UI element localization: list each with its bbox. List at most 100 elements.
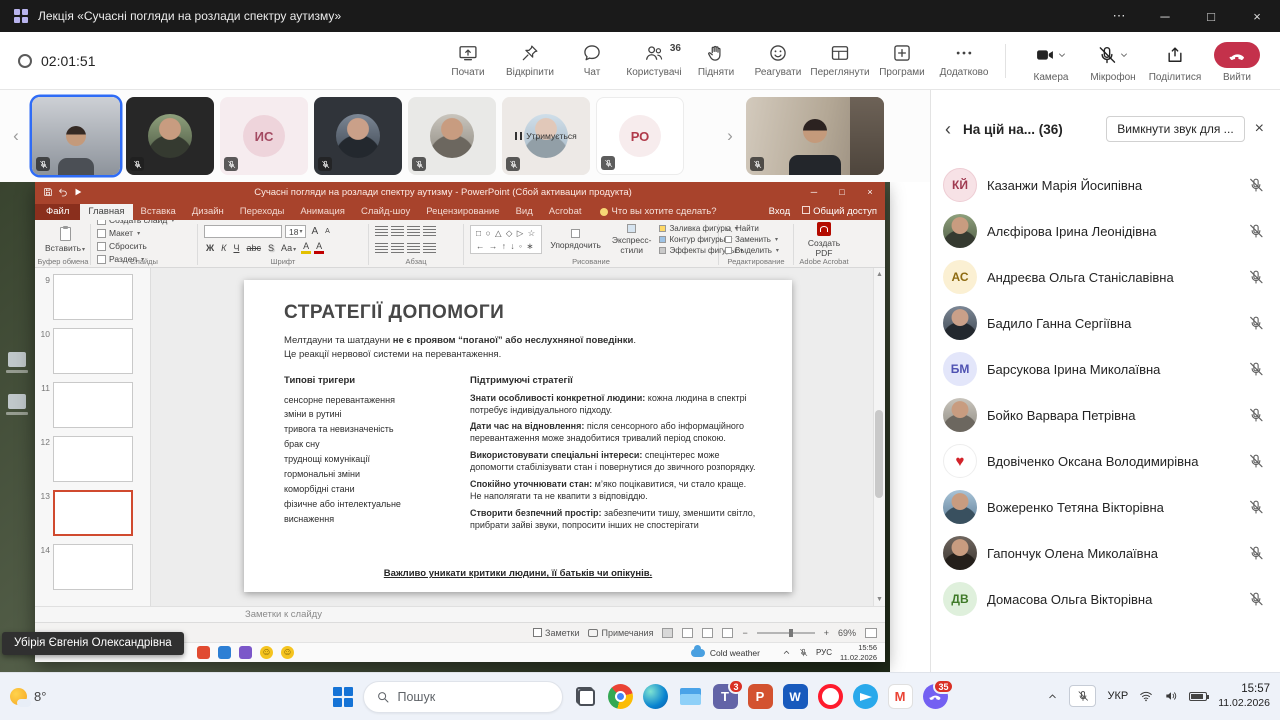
meeting-title: Лекція «Сучасні погляди на розлади спект…	[38, 9, 341, 23]
close-panel-icon[interactable]: ×	[1253, 121, 1266, 137]
mute-all-button[interactable]: Вимкнути звук для ...	[1106, 116, 1244, 142]
mic-off-icon	[1248, 315, 1264, 331]
zoom-in-button: +	[824, 628, 829, 638]
window-close-button[interactable]: ×	[1234, 0, 1280, 32]
slide-title: СТРАТЕГІЇ ДОПОМОГИ	[284, 302, 756, 324]
font-size-box: 18	[285, 225, 306, 238]
teams-titlebar: Лекція «Сучасні погляди на розлади спект…	[0, 0, 1280, 32]
chrome-icon[interactable]	[608, 684, 633, 709]
device-controls: Камера Мікрофон Поділитися Вийти	[1022, 42, 1266, 83]
italic-button: К	[219, 243, 228, 253]
shared-screen[interactable]: Сучасні погляди на розлади спектру аутиз…	[0, 182, 890, 672]
video-tile[interactable]	[408, 97, 496, 175]
window-minimize-button[interactable]: ─	[1142, 0, 1188, 32]
zoom-slider	[757, 632, 815, 634]
opera-icon[interactable]	[818, 684, 843, 709]
font-name-box	[204, 225, 282, 238]
participant-row[interactable]: Гапончук Олена Миколаївна	[931, 530, 1280, 576]
battery-icon[interactable]	[1189, 692, 1207, 701]
presenter-clock: 15:56 11.02.2026	[840, 643, 877, 662]
ppt-maximize-button: □	[831, 187, 853, 197]
word-icon[interactable]	[783, 684, 808, 709]
highlight-color-button: А	[301, 242, 311, 254]
leave-button[interactable]: Вийти	[1208, 42, 1266, 83]
microphone-button[interactable]: Мікрофон	[1084, 42, 1142, 83]
tile-mic-off-icon	[506, 157, 520, 171]
taskbar-search[interactable]: Пошук	[363, 681, 563, 713]
leave-pill[interactable]	[1214, 42, 1260, 68]
unpin-button[interactable]: Відкріпити	[499, 43, 561, 78]
ppt-tellme: Что вы хотите сделать?	[600, 206, 717, 220]
video-tile[interactable]	[126, 97, 214, 175]
comments-toggle: Примечания	[588, 628, 653, 638]
video-tile-active-speaker[interactable]	[32, 97, 120, 175]
more-actions-button[interactable]: Додатково	[933, 43, 995, 78]
participants-count-badge: 36	[670, 43, 681, 54]
clock-time: 15:57	[1218, 682, 1270, 697]
edge-icon[interactable]	[643, 684, 668, 709]
raise-hand-button[interactable]: Підняти	[685, 43, 747, 78]
tray-mic-toggle[interactable]	[1069, 685, 1096, 707]
window-maximize-button[interactable]: □	[1188, 0, 1234, 32]
slide-thumbnail: 9	[37, 274, 146, 320]
camera-button[interactable]: Камера	[1022, 42, 1080, 83]
slide-thumbnail: 14	[37, 544, 146, 590]
mic-off-icon	[1248, 545, 1264, 561]
apps-button[interactable]: Програми	[871, 43, 933, 78]
react-button[interactable]: Реагувати	[747, 43, 809, 78]
video-tile-on-hold[interactable]: Утримується	[502, 97, 590, 175]
participant-row[interactable]: КЙ Казанжи Марія Йосипівна	[931, 162, 1280, 208]
shapes-gallery: □ ○ △ ◇ ▷ ☆ ← → ↑ ↓ ◦ ∗	[470, 225, 542, 255]
language-indicator[interactable]: УКР	[1107, 690, 1128, 702]
volume-icon[interactable]	[1164, 689, 1178, 703]
participant-row[interactable]: ДВ Домасова Ольга Вікторівна	[931, 576, 1280, 622]
mic-dropdown-icon[interactable]	[1119, 50, 1129, 60]
participant-row[interactable]: Бойко Варвара Петрівна	[931, 392, 1280, 438]
video-tile[interactable]	[314, 97, 402, 175]
task-view-button[interactable]	[573, 684, 598, 709]
wifi-icon[interactable]	[1139, 689, 1153, 703]
chat-icon	[582, 43, 602, 63]
bullets-icon	[375, 226, 388, 237]
powerpoint-icon[interactable]	[748, 684, 773, 709]
share-button[interactable]: Поділитися	[1146, 42, 1204, 83]
video-tile[interactable]: ИС	[220, 97, 308, 175]
view-button[interactable]: Переглянути	[809, 43, 871, 78]
participant-row[interactable]: БМ Барсукова Ірина Миколаївна	[931, 346, 1280, 392]
window-controls: ⋯ ─ □ ×	[1096, 0, 1280, 32]
camera-dropdown-icon[interactable]	[1057, 50, 1067, 60]
save-icon	[43, 187, 53, 197]
meeting-timer: 02:01:51	[18, 53, 96, 69]
toolbar-actions: Почати Відкріпити Чат 36Користувачі Підн…	[437, 43, 995, 78]
participant-row[interactable]: Вожеренко Тетяна Вікторівна	[931, 484, 1280, 530]
weather-widget[interactable]: 8°	[10, 688, 46, 705]
filmstrip-next-button[interactable]: ›	[720, 126, 740, 146]
chat-button[interactable]: Чат	[561, 43, 623, 78]
participant-row[interactable]: Алєфірова Ірина Леонідівна	[931, 208, 1280, 254]
participant-row[interactable]: Вдовіченко Оксана Володимирівна	[931, 438, 1280, 484]
taskbar-clock[interactable]: 15:57 11.02.2026	[1218, 682, 1270, 711]
participant-row[interactable]: АС Андреєва Ольга Станіславівна	[931, 254, 1280, 300]
filmstrip-prev-button[interactable]: ‹	[6, 126, 26, 146]
start-button[interactable]	[333, 687, 353, 707]
telegram-icon[interactable]	[853, 684, 878, 709]
select-button: Выделить	[725, 246, 779, 255]
presenter-video-tile[interactable]	[746, 97, 884, 175]
participants-button[interactable]: 36Користувачі	[623, 43, 685, 78]
file-explorer-icon[interactable]	[678, 684, 703, 709]
indent-icon	[407, 226, 420, 237]
tray-chevron-icon[interactable]	[1047, 691, 1058, 702]
video-tile[interactable]: РО	[596, 97, 684, 175]
window-more-button[interactable]: ⋯	[1096, 0, 1142, 32]
teams-taskbar-icon[interactable]: 3	[713, 684, 738, 709]
gmail-icon[interactable]	[888, 684, 913, 709]
viber-icon[interactable]: 35	[923, 684, 948, 709]
tile-mic-off-icon	[750, 157, 764, 171]
back-chevron-icon[interactable]: ‹	[941, 120, 955, 138]
ppt-minimize-button: ─	[803, 187, 825, 197]
chevron-up-icon	[782, 648, 791, 657]
participant-row[interactable]: Бадило Ганна Сергіївна	[931, 300, 1280, 346]
line-spacing-icon	[423, 226, 436, 237]
acrobat-icon	[817, 222, 831, 236]
start-button[interactable]: Почати	[437, 43, 499, 78]
